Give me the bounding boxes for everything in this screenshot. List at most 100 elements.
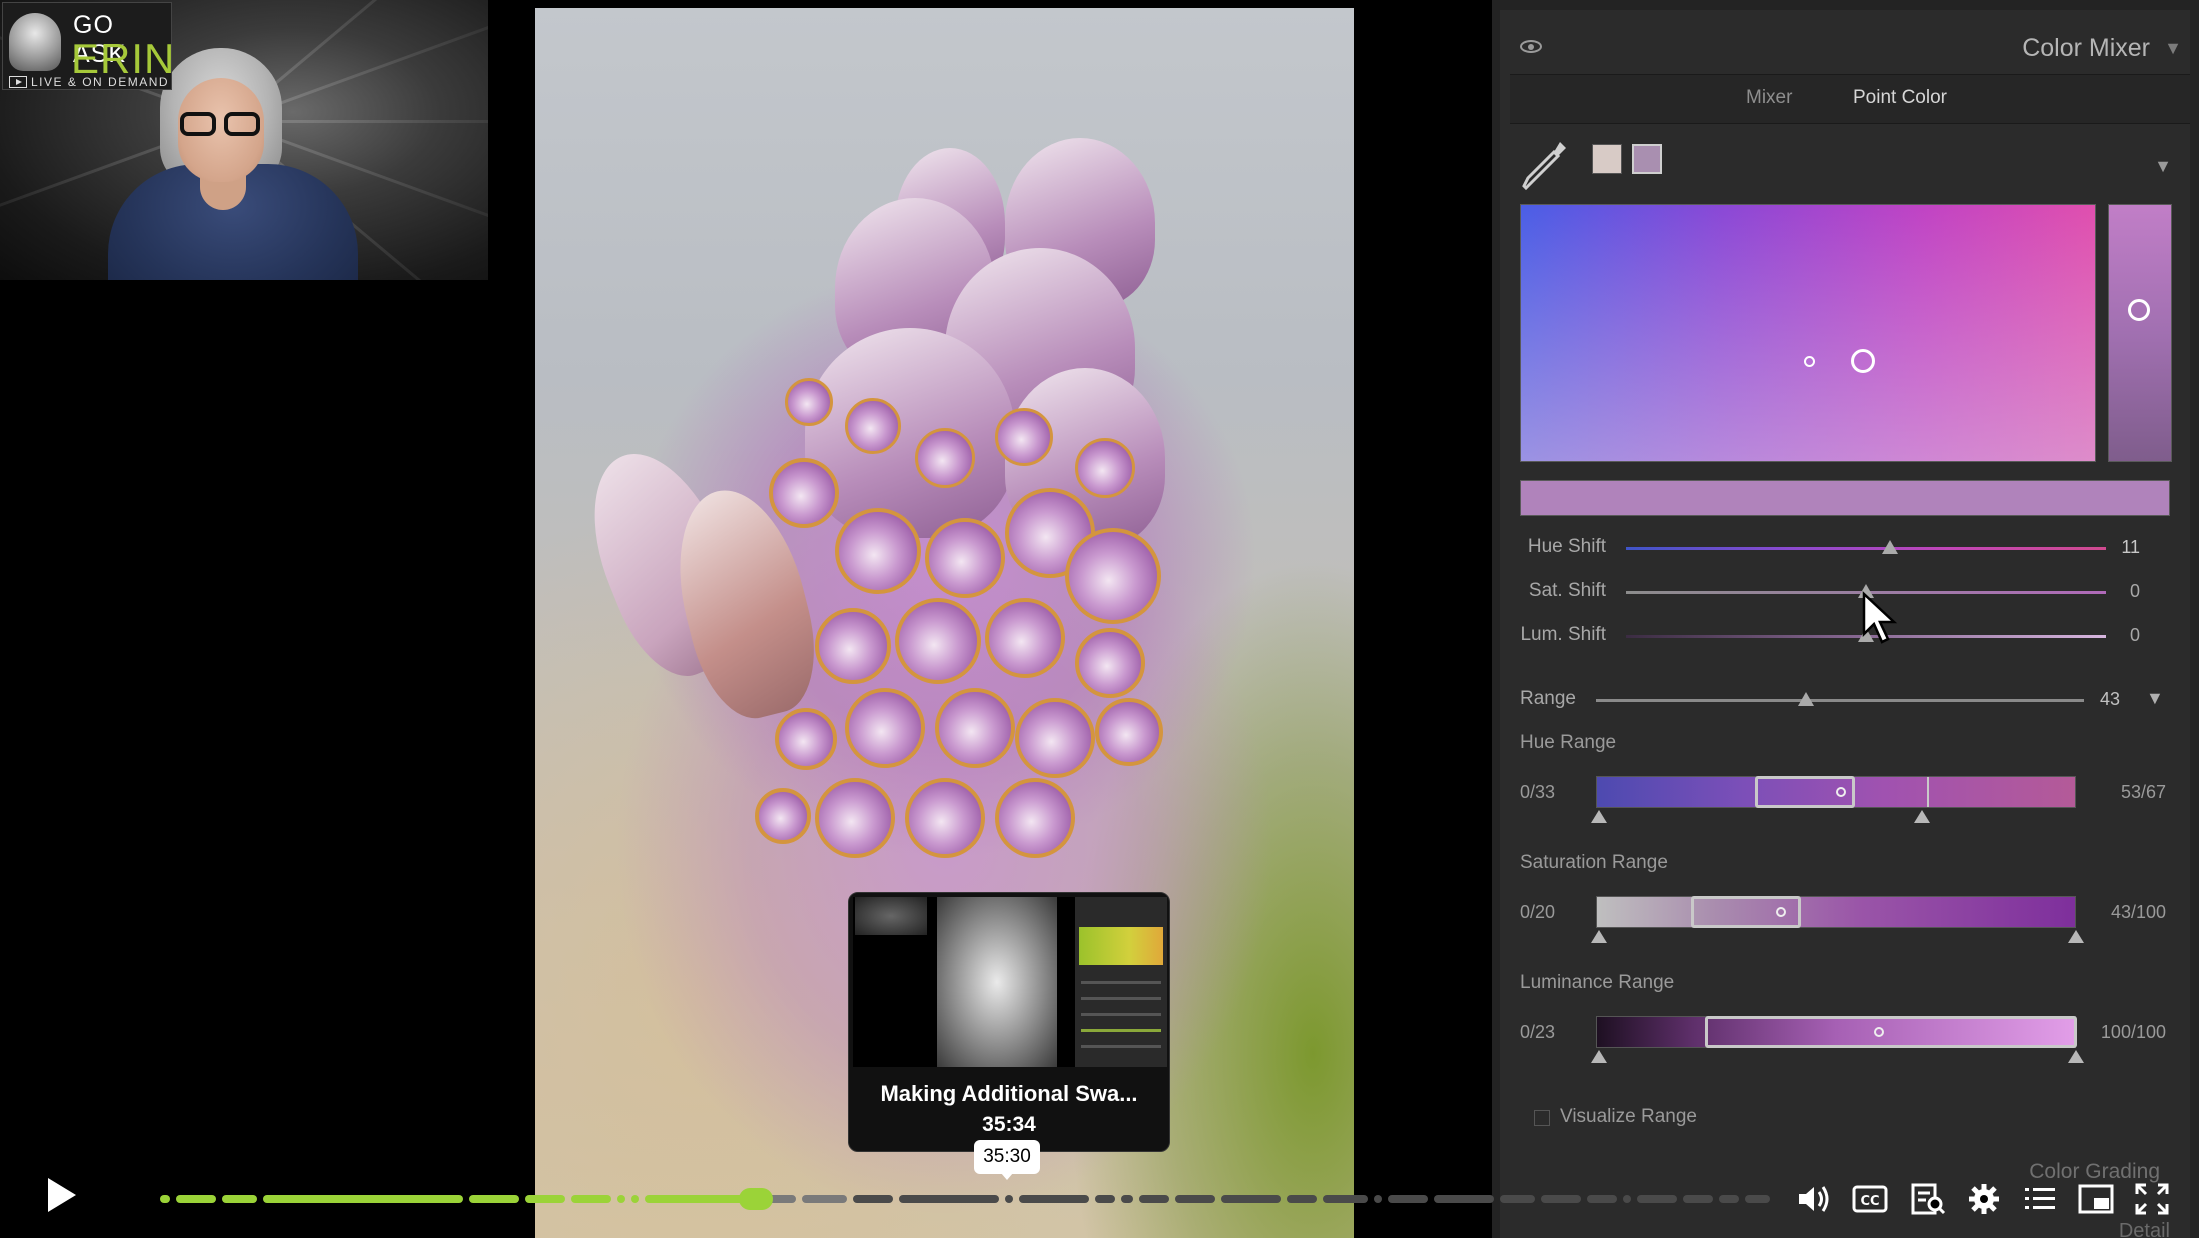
photo-bump xyxy=(995,408,1053,466)
luminance-range-window[interactable] xyxy=(1705,1016,2077,1048)
chapters-icon[interactable] xyxy=(2022,1182,2058,1216)
photo-bump xyxy=(755,788,811,844)
photo-cerata xyxy=(805,328,1015,538)
preview-thumbnail xyxy=(853,897,1167,1067)
progress-segment[interactable] xyxy=(469,1195,519,1203)
luminance-strip[interactable] xyxy=(2108,204,2172,462)
progress-segment[interactable] xyxy=(1683,1195,1713,1203)
tab-point-color[interactable]: Point Color xyxy=(1853,87,1947,109)
cc-icon[interactable]: CC xyxy=(1852,1182,1888,1216)
visualize-range-label[interactable]: Visualize Range xyxy=(1560,1106,1697,1128)
transcript-icon[interactable] xyxy=(1910,1182,1946,1216)
progress-segment[interactable] xyxy=(1623,1195,1631,1203)
photo-bump xyxy=(925,518,1005,598)
range-expand-icon[interactable]: ▼ xyxy=(2146,688,2164,709)
point-color-menu-icon[interactable]: ▼ xyxy=(2154,156,2172,177)
preview-thumb-gradient xyxy=(1079,927,1163,965)
progress-segment[interactable] xyxy=(1005,1195,1013,1203)
progress-segment[interactable] xyxy=(1019,1195,1089,1203)
hue-range-max: 53/67 xyxy=(2120,782,2166,802)
progress-segment[interactable] xyxy=(1221,1195,1281,1203)
progress-segment[interactable] xyxy=(899,1195,999,1203)
range-track[interactable] xyxy=(1596,699,2084,702)
progress-segment[interactable] xyxy=(525,1195,565,1203)
color-swatch[interactable] xyxy=(1592,144,1622,174)
saturation-range-bar[interactable] xyxy=(1596,896,2076,928)
progress-segment[interactable] xyxy=(1323,1195,1368,1203)
saturation-range-right-handle[interactable] xyxy=(2068,930,2084,943)
hue-range-window[interactable] xyxy=(1755,776,1855,808)
saturation-range-left-handle[interactable] xyxy=(1591,930,1607,943)
preview-title: Making Additional Swa... xyxy=(880,1081,1138,1106)
lum-shift-value[interactable]: 0 xyxy=(2080,625,2140,646)
progress-segment[interactable] xyxy=(1637,1195,1677,1203)
progress-segment[interactable] xyxy=(853,1195,893,1203)
progress-segment[interactable] xyxy=(802,1195,847,1203)
hue-shift-value[interactable]: 11 xyxy=(2080,537,2140,558)
progress-segment[interactable] xyxy=(1121,1195,1133,1203)
video-player: GO ASK ERIN LIVE & ON DEMAND Color Mixer… xyxy=(0,0,2199,1238)
tab-mixer[interactable]: Mixer xyxy=(1746,87,1792,109)
color-swatch-selected[interactable] xyxy=(1632,144,1662,174)
progress-segment[interactable] xyxy=(160,1195,170,1203)
progress-segment[interactable] xyxy=(263,1195,463,1203)
luminance-range-bar[interactable] xyxy=(1596,1016,2077,1048)
progress-segment[interactable] xyxy=(1434,1195,1494,1203)
preview-thumb-line xyxy=(1081,1029,1161,1032)
hue-range-bar[interactable] xyxy=(1596,776,2076,808)
progress-segment[interactable] xyxy=(631,1195,639,1203)
photo-bump xyxy=(1095,698,1163,766)
progress-bar[interactable] xyxy=(160,1195,1770,1203)
hue-shift-track[interactable] xyxy=(1626,547,2106,550)
luminance-range-left-handle[interactable] xyxy=(1591,1050,1607,1063)
hue-range-right-handle[interactable] xyxy=(1914,810,1930,823)
volume-icon[interactable] xyxy=(1796,1182,1832,1216)
progress-knob[interactable] xyxy=(738,1188,773,1210)
preview-thumb-line xyxy=(1081,1013,1161,1016)
sat-shift-value[interactable]: 0 xyxy=(2080,581,2140,602)
hue-saturation-field[interactable] xyxy=(1520,204,2096,462)
lum-shift-label: Lum. Shift xyxy=(1520,624,1606,645)
progress-segment[interactable] xyxy=(1374,1195,1382,1203)
progress-segment[interactable] xyxy=(1541,1195,1581,1203)
range-label: Range xyxy=(1520,688,1576,709)
preview-thumb-line xyxy=(1081,981,1161,984)
progress-segment[interactable] xyxy=(1500,1195,1535,1203)
settings-icon[interactable] xyxy=(1966,1182,2002,1216)
progress-segment[interactable] xyxy=(1745,1195,1770,1203)
photo-bump xyxy=(985,598,1065,678)
progress-segment[interactable] xyxy=(222,1195,257,1203)
progress-segment[interactable] xyxy=(1095,1195,1115,1203)
saturation-range-window[interactable] xyxy=(1691,896,1801,928)
eye-icon[interactable] xyxy=(1520,40,1542,53)
play-icon[interactable] xyxy=(48,1178,76,1212)
range-thumb[interactable] xyxy=(1797,692,1814,706)
range-value[interactable]: 43 xyxy=(2060,689,2120,710)
hue-range-left-handle[interactable] xyxy=(1591,810,1607,823)
luminance-range-right-handle[interactable] xyxy=(2068,1050,2084,1063)
progress-segment[interactable] xyxy=(1139,1195,1169,1203)
panel-title[interactable]: Color Mixer xyxy=(2022,34,2150,63)
pip-icon[interactable] xyxy=(2078,1182,2114,1216)
photo-bump xyxy=(1075,628,1145,698)
preview-thumb-webcam xyxy=(855,897,927,935)
luminance-range-max: 100/100 xyxy=(2100,1022,2166,1042)
progress-segment[interactable] xyxy=(176,1195,216,1203)
logo-tagline: LIVE & ON DEMAND xyxy=(31,75,170,89)
progress-segment[interactable] xyxy=(1587,1195,1617,1203)
progress-segment[interactable] xyxy=(1287,1195,1317,1203)
luminance-handle[interactable] xyxy=(2128,299,2150,321)
fullscreen-icon[interactable] xyxy=(2134,1182,2170,1216)
photo-bump xyxy=(845,398,901,454)
visualize-range-checkbox[interactable] xyxy=(1534,1110,1550,1126)
progress-segment[interactable] xyxy=(1388,1195,1428,1203)
target-point-handle[interactable] xyxy=(1851,349,1875,373)
progress-segment[interactable] xyxy=(1175,1195,1215,1203)
sat-shift-label: Sat. Shift xyxy=(1528,580,1606,601)
progress-segment[interactable] xyxy=(617,1195,625,1203)
collapse-triangle-icon[interactable]: ▼ xyxy=(2164,38,2182,59)
progress-segment[interactable] xyxy=(1719,1195,1739,1203)
progress-segment[interactable] xyxy=(571,1195,611,1203)
hue-shift-thumb[interactable] xyxy=(1882,540,1898,554)
eyedropper-icon[interactable] xyxy=(1520,136,1570,194)
